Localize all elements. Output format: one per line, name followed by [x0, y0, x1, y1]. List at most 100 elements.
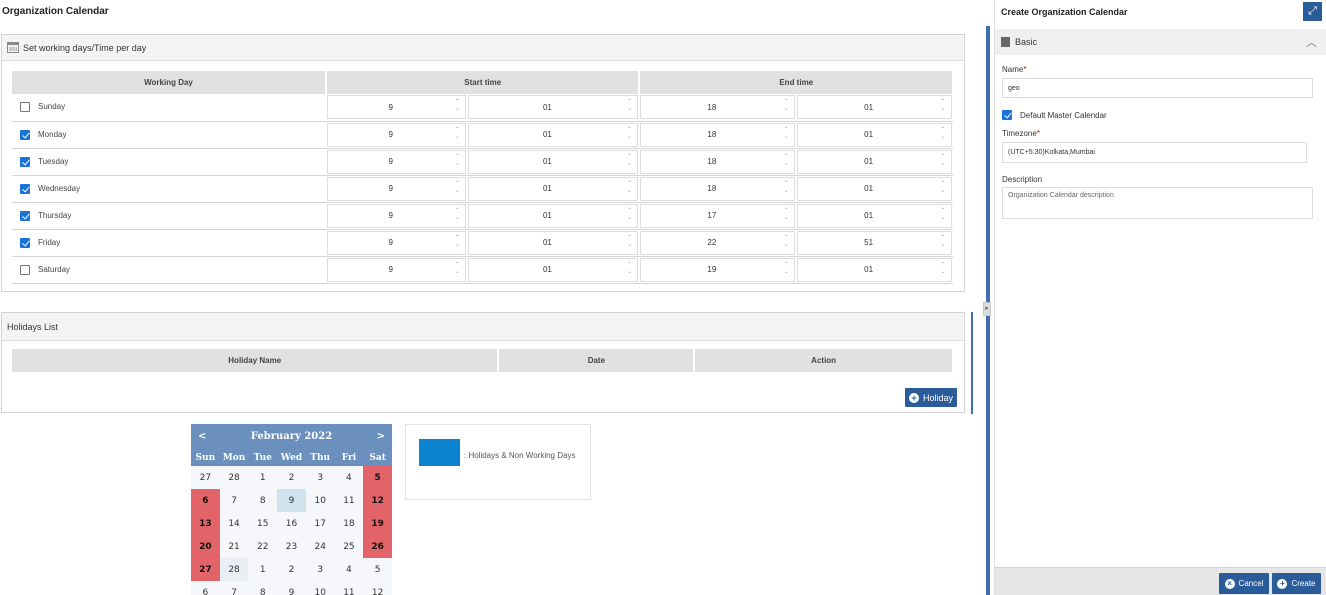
calendar-day[interactable]: 19 — [363, 512, 392, 535]
start-minute-spinner[interactable]: 01 ⌃ ⌄ — [468, 257, 639, 282]
spinner-arrows-icon[interactable]: ⌃ ⌄ — [453, 127, 461, 143]
spinner-arrows-icon[interactable]: ⌃ ⌄ — [782, 181, 790, 197]
spinner-arrows-icon[interactable]: ⌃ ⌄ — [782, 154, 790, 170]
create-button[interactable]: + Create — [1272, 573, 1321, 594]
calendar-day[interactable]: 22 — [248, 535, 277, 558]
timezone-field[interactable]: (UTC+5:30)Kolkata,Mumbai — [1002, 142, 1307, 163]
spinner-arrows-icon[interactable]: ⌃ ⌄ — [625, 154, 633, 170]
prev-month-button[interactable]: < — [198, 431, 206, 442]
spinner-arrows-icon[interactable]: ⌃ ⌄ — [939, 154, 947, 170]
calendar-day[interactable]: 27 — [191, 466, 220, 489]
calendar-day[interactable]: 1 — [248, 466, 277, 489]
day-checkbox[interactable] — [20, 210, 30, 221]
spinner-arrows-icon[interactable]: ⌃ ⌄ — [625, 208, 633, 224]
end-hour-spinner[interactable]: 18 ⌃ ⌄ — [640, 149, 796, 174]
calendar-day[interactable]: 2 — [277, 558, 306, 581]
calendar-day[interactable]: 7 — [220, 581, 249, 595]
calendar-day[interactable]: 3 — [306, 466, 335, 489]
start-hour-spinner[interactable]: 9 ⌃ ⌄ — [327, 257, 467, 282]
calendar-day[interactable]: 12 — [363, 489, 392, 512]
calendar-day[interactable]: 3 — [306, 558, 335, 581]
spinner-arrows-icon[interactable]: ⌃ ⌄ — [625, 99, 633, 115]
end-minute-spinner[interactable]: 01 ⌃ ⌄ — [797, 95, 952, 120]
day-checkbox[interactable] — [20, 102, 30, 113]
description-field[interactable]: Organization Calendar description — [1002, 187, 1313, 219]
calendar-day[interactable]: 23 — [277, 535, 306, 558]
calendar-day[interactable]: 10 — [306, 489, 335, 512]
calendar-day[interactable]: 9 — [277, 489, 306, 512]
calendar-day[interactable]: 11 — [335, 489, 364, 512]
end-hour-spinner[interactable]: 17 ⌃ ⌄ — [640, 203, 796, 228]
start-hour-spinner[interactable]: 9 ⌃ ⌄ — [327, 176, 467, 201]
day-checkbox[interactable] — [20, 237, 30, 248]
calendar-day[interactable]: 7 — [220, 489, 249, 512]
cancel-button[interactable]: × Cancel — [1219, 573, 1269, 594]
calendar-day[interactable]: 6 — [191, 489, 220, 512]
start-minute-spinner[interactable]: 01 ⌃ ⌄ — [468, 176, 639, 201]
spinner-arrows-icon[interactable]: ⌃ ⌄ — [453, 181, 461, 197]
spinner-arrows-icon[interactable]: ⌃ ⌄ — [782, 99, 790, 115]
calendar-day[interactable]: 17 — [306, 512, 335, 535]
calendar-day[interactable]: 16 — [277, 512, 306, 535]
calendar-day[interactable]: 6 — [191, 581, 220, 595]
next-month-button[interactable]: > — [377, 431, 385, 442]
end-minute-spinner[interactable]: 01 ⌃ ⌄ — [797, 257, 952, 282]
spinner-arrows-icon[interactable]: ⌃ ⌄ — [625, 181, 633, 197]
calendar-day[interactable]: 24 — [306, 535, 335, 558]
end-hour-spinner[interactable]: 18 ⌃ ⌄ — [640, 95, 796, 120]
calendar-day[interactable]: 4 — [335, 558, 364, 581]
spinner-arrows-icon[interactable]: ⌃ ⌄ — [939, 127, 947, 143]
calendar-day[interactable]: 21 — [220, 535, 249, 558]
spinner-arrows-icon[interactable]: ⌃ ⌄ — [625, 127, 633, 143]
start-minute-spinner[interactable]: 01 ⌃ ⌄ — [468, 203, 639, 228]
calendar-day[interactable]: 25 — [335, 535, 364, 558]
calendar-day[interactable]: 12 — [363, 581, 392, 595]
spinner-arrows-icon[interactable]: ⌃ ⌄ — [453, 262, 461, 278]
name-field[interactable]: geo — [1002, 78, 1313, 98]
end-hour-spinner[interactable]: 22 ⌃ ⌄ — [640, 230, 796, 255]
calendar-day[interactable]: 4 — [335, 466, 364, 489]
end-minute-spinner[interactable]: 01 ⌃ ⌄ — [797, 122, 952, 147]
end-minute-spinner[interactable]: 01 ⌃ ⌄ — [797, 176, 952, 201]
calendar-day[interactable]: 5 — [363, 466, 392, 489]
start-minute-spinner[interactable]: 01 ⌃ ⌄ — [468, 230, 639, 255]
end-minute-spinner[interactable]: 01 ⌃ ⌄ — [797, 149, 952, 174]
calendar-day[interactable]: 1 — [248, 558, 277, 581]
spinner-arrows-icon[interactable]: ⌃ ⌄ — [453, 208, 461, 224]
calendar-day[interactable]: 9 — [277, 581, 306, 595]
spinner-arrows-icon[interactable]: ⌃ ⌄ — [939, 208, 947, 224]
calendar-day[interactable]: 10 — [306, 581, 335, 595]
spinner-arrows-icon[interactable]: ⌃ ⌄ — [782, 235, 790, 251]
calendar-day[interactable]: 26 — [363, 535, 392, 558]
calendar-day[interactable]: 28 — [220, 466, 249, 489]
day-checkbox[interactable] — [20, 129, 30, 140]
spinner-arrows-icon[interactable]: ⌃ ⌄ — [453, 154, 461, 170]
default-master-checkbox[interactable] — [1002, 110, 1012, 120]
day-checkbox[interactable] — [20, 264, 30, 275]
calendar-day[interactable]: 11 — [335, 581, 364, 595]
calendar-day[interactable]: 28 — [219, 558, 249, 581]
end-hour-spinner[interactable]: 19 ⌃ ⌄ — [640, 257, 796, 282]
spinner-arrows-icon[interactable]: ⌃ ⌄ — [939, 181, 947, 197]
start-hour-spinner[interactable]: 9 ⌃ ⌄ — [327, 230, 467, 255]
calendar-day[interactable]: 27 — [191, 558, 220, 581]
spinner-arrows-icon[interactable]: ⌃ ⌄ — [625, 262, 633, 278]
chevron-up-icon[interactable]: ︿ — [1306, 34, 1317, 50]
start-hour-spinner[interactable]: 9 ⌃ ⌄ — [327, 203, 467, 228]
end-minute-spinner[interactable]: 01 ⌃ ⌄ — [797, 203, 952, 228]
calendar-day[interactable]: 8 — [248, 489, 277, 512]
spinner-arrows-icon[interactable]: ⌃ ⌄ — [782, 262, 790, 278]
end-minute-spinner[interactable]: 51 ⌃ ⌄ — [797, 230, 952, 255]
spinner-arrows-icon[interactable]: ⌃ ⌄ — [453, 99, 461, 115]
spinner-arrows-icon[interactable]: ⌃ ⌄ — [782, 208, 790, 224]
day-checkbox[interactable] — [20, 156, 30, 167]
spinner-arrows-icon[interactable]: ⌃ ⌄ — [939, 99, 947, 115]
calendar-day[interactable]: 18 — [335, 512, 364, 535]
spinner-arrows-icon[interactable]: ⌃ ⌄ — [939, 235, 947, 251]
calendar-day[interactable]: 2 — [277, 466, 306, 489]
start-minute-spinner[interactable]: 01 ⌃ ⌄ — [468, 122, 639, 147]
spinner-arrows-icon[interactable]: ⌃ ⌄ — [453, 235, 461, 251]
start-hour-spinner[interactable]: 9 ⌃ ⌄ — [327, 95, 467, 120]
add-holiday-button[interactable]: + Holiday — [905, 388, 957, 407]
start-minute-spinner[interactable]: 01 ⌃ ⌄ — [468, 95, 639, 120]
